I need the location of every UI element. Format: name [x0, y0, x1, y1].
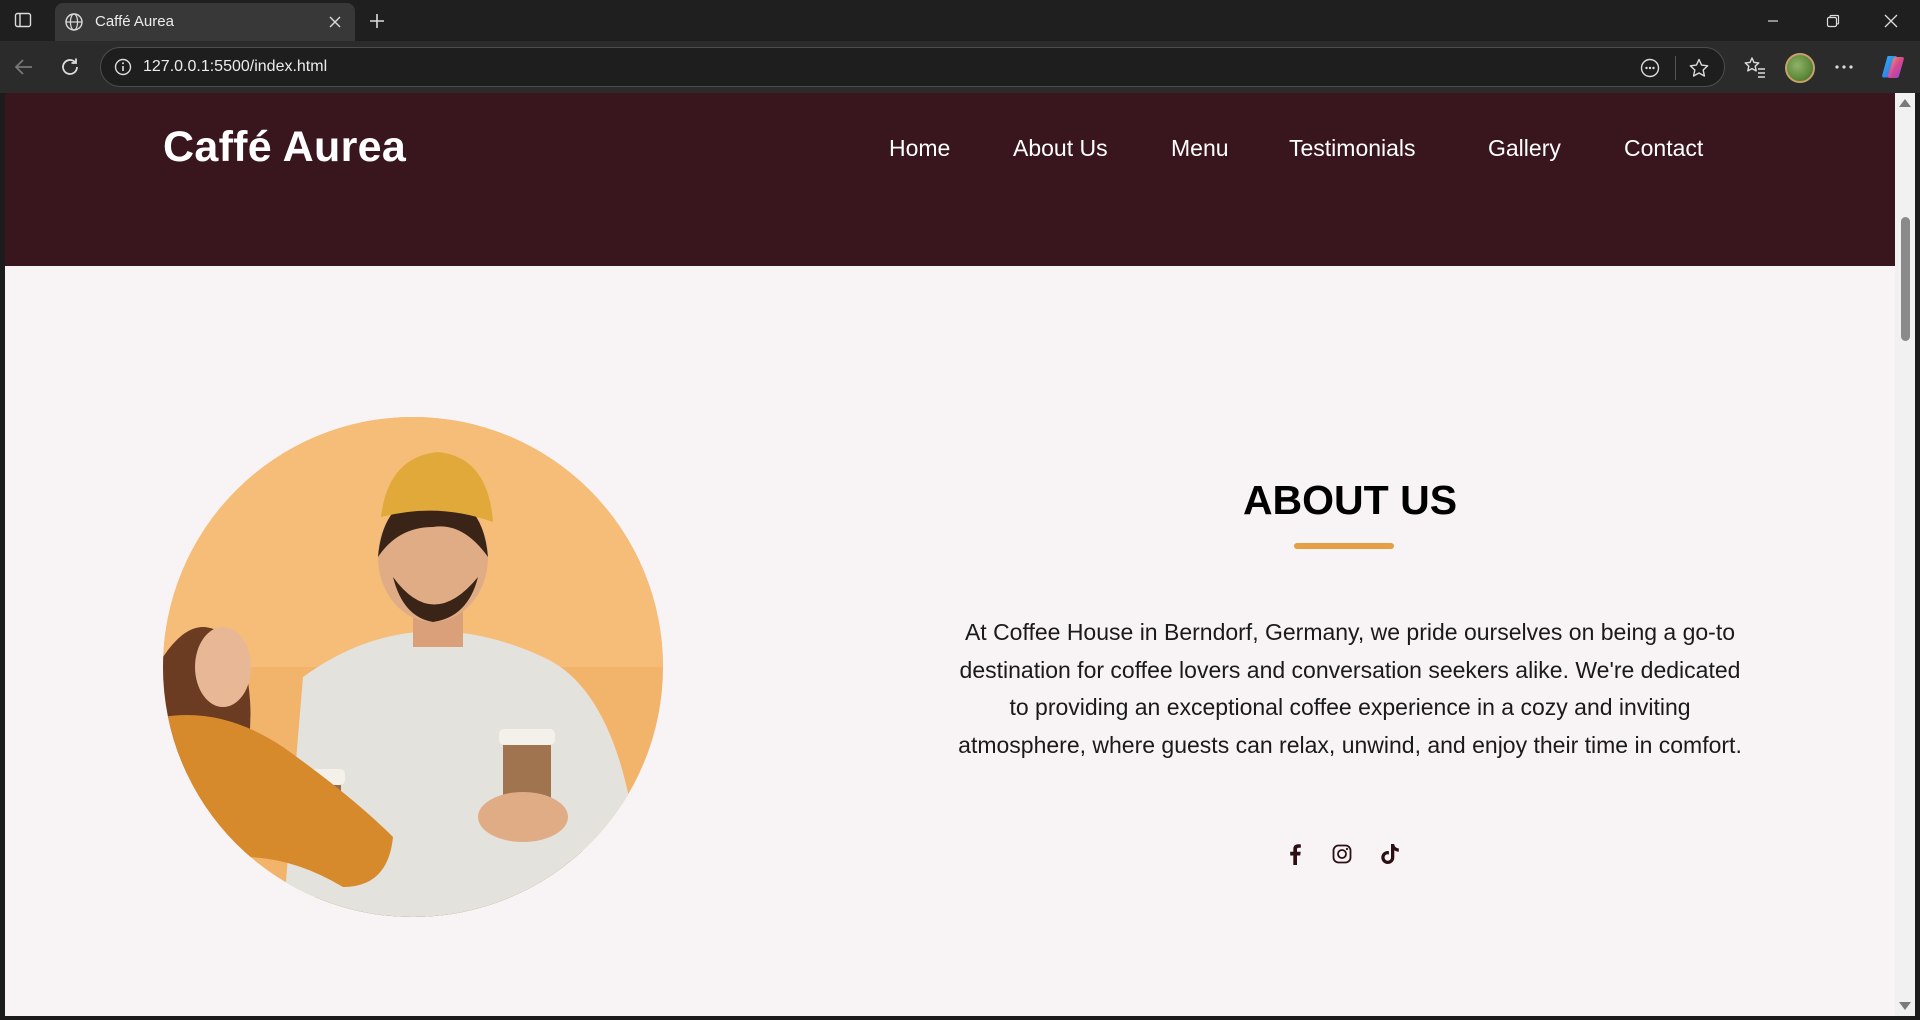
scroll-down-arrow[interactable] — [1899, 1002, 1911, 1010]
browser-tab[interactable]: Caffé Aurea — [55, 3, 355, 41]
new-tab-icon[interactable] — [365, 9, 389, 33]
nav-menu[interactable]: Menu — [1171, 135, 1229, 162]
profile-avatar[interactable] — [1785, 53, 1815, 83]
page-scrollbar[interactable] — [1895, 93, 1915, 1016]
back-icon[interactable] — [12, 55, 36, 79]
minimize-icon[interactable] — [1750, 6, 1796, 36]
favorites-icon[interactable] — [1743, 55, 1767, 79]
url-text[interactable]: 127.0.0.1:5500/index.html — [143, 58, 327, 76]
nav-contact[interactable]: Contact — [1624, 135, 1703, 162]
address-divider — [1675, 56, 1676, 80]
favorite-star-icon[interactable] — [1688, 57, 1710, 79]
close-window-icon[interactable] — [1868, 6, 1914, 36]
scroll-up-arrow[interactable] — [1899, 99, 1911, 107]
restore-icon[interactable] — [1810, 6, 1856, 36]
page-viewport: Caffé Aurea Home About Us Menu Testimoni… — [5, 93, 1895, 1016]
instagram-icon[interactable] — [1328, 840, 1356, 868]
tab-title: Caffé Aurea — [95, 13, 174, 30]
about-title: ABOUT US — [1242, 477, 1458, 523]
site-header: Caffé Aurea Home About Us Menu Testimoni… — [5, 93, 1895, 266]
facebook-icon[interactable] — [1281, 840, 1309, 868]
title-underline — [1294, 543, 1394, 549]
browser-tab-bar: Caffé Aurea — [0, 0, 1920, 41]
nav-about-us[interactable]: About Us — [1013, 135, 1108, 162]
site-info-icon[interactable] — [113, 57, 133, 77]
scroll-thumb[interactable] — [1901, 217, 1910, 341]
more-options-icon[interactable] — [1832, 55, 1856, 79]
about-text: At Coffee House in Berndorf, Germany, we… — [958, 619, 1742, 758]
reload-icon[interactable] — [58, 55, 82, 79]
close-tab-icon[interactable] — [325, 12, 345, 32]
address-bar[interactable]: 127.0.0.1:5500/index.html — [100, 47, 1725, 87]
main-nav: Home About Us Menu Testimonials Gallery … — [5, 135, 1895, 175]
sidebar-toggle-icon[interactable] — [13, 10, 33, 30]
globe-icon — [64, 12, 84, 32]
nav-gallery[interactable]: Gallery — [1488, 135, 1561, 162]
reading-mode-icon[interactable] — [1639, 57, 1661, 79]
nav-home[interactable]: Home — [889, 135, 950, 162]
about-photo — [163, 417, 663, 917]
tiktok-icon[interactable] — [1376, 840, 1404, 868]
nav-testimonials[interactable]: Testimonials — [1289, 135, 1416, 162]
copilot-icon[interactable] — [1879, 53, 1907, 81]
browser-toolbar: 127.0.0.1:5500/index.html — [0, 41, 1920, 93]
